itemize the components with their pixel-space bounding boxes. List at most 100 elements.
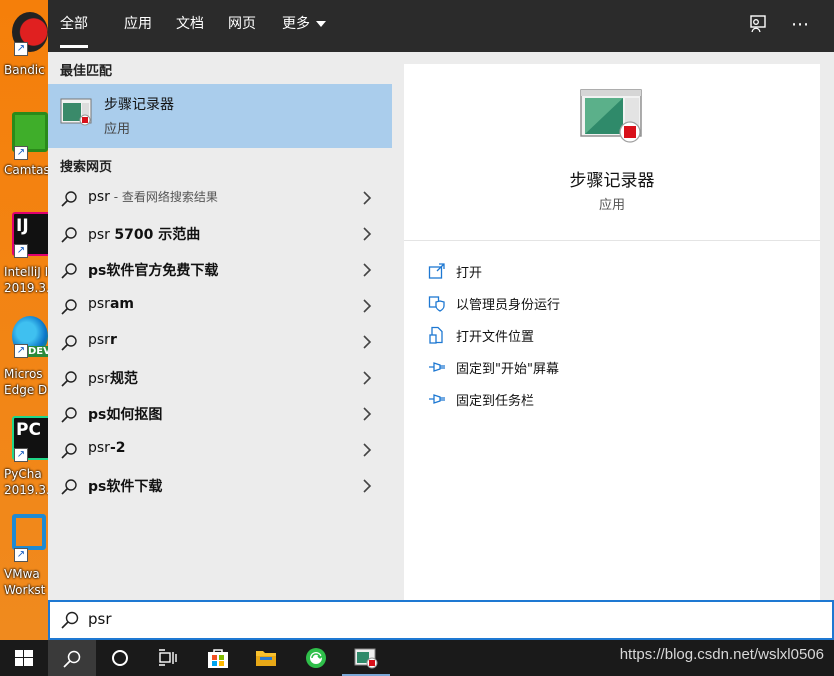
suggestion-completion: -2 [109,440,126,456]
shortcut-arrow-icon: ↗ [14,448,28,462]
search-suggestion-row[interactable]: psram [48,288,392,324]
chevron-right-icon[interactable] [360,370,374,386]
action-label: 打开文件位置 [456,330,535,345]
tab-documents[interactable]: 文档 [176,0,204,52]
search-suggestion-row[interactable]: psr规范 [48,360,392,396]
taskbar-search-button[interactable] [48,640,96,676]
search-suggestion-row[interactable]: ps软件官方免费下载 [48,252,392,288]
search-icon [61,443,77,459]
taskbar-steps-recorder[interactable] [342,640,390,676]
preview-kind: 应用 [598,198,625,213]
search-icon [61,407,77,423]
suggestion-text: psram [88,296,134,312]
suggestion-text: psr-2 [88,440,126,456]
folder-icon [256,651,276,666]
action-label: 固定到任务栏 [456,394,535,409]
chevron-right-icon[interactable] [360,334,374,350]
steps-recorder-icon [60,98,92,126]
search-icon [61,263,77,279]
action-open[interactable]: 打开 [428,260,788,284]
desktop-icon-label: IntelliJ I [4,265,48,279]
dev-badge: DEV [26,346,48,357]
taskbar-file-explorer[interactable] [242,640,290,676]
steps-recorder-large-icon [580,89,642,143]
action-label: 固定到"开始"屏幕 [456,362,559,377]
suggestion-completion: am [109,296,134,312]
divider [404,240,820,241]
results-list: 最佳匹配 步骤记录器 应用 搜索网页 psr - 查看网络搜索结果 psr 570… [48,52,392,600]
tab-all[interactable]: 全部 [60,0,88,52]
chevron-right-icon[interactable] [360,442,374,458]
shortcut-arrow-icon: ↗ [14,344,28,358]
start-button[interactable] [0,640,48,676]
search-box[interactable] [48,600,834,640]
chevron-right-icon[interactable] [360,226,374,242]
search-suggestion-row[interactable]: ps软件下载 [48,468,392,504]
suggestion-subtext: - 查看网络搜索结果 [109,190,218,204]
desktop-icon-label-2: 2019.3.3 [4,483,48,497]
shield-icon [428,296,445,312]
tab-web[interactable]: 网页 [228,0,256,52]
search-suggestion-row[interactable]: psr-2 [48,432,392,468]
taskbar-browser[interactable] [292,640,340,676]
search-icon [61,299,77,315]
suggestion-prefix: psr [88,371,110,387]
best-match-type: 应用 [104,122,131,137]
suggestion-text: psr 5700 示范曲 [88,224,200,244]
suggestion-completion: 规范 [109,371,138,387]
feedback-icon[interactable] [746,14,770,38]
suggestion-completion: ps软件下载 [88,479,163,495]
browser-icon [306,648,326,668]
suggestion-completion: ps如何抠图 [88,407,163,423]
action-run-as-admin[interactable]: 以管理员身份运行 [428,292,788,316]
action-pin-to-start[interactable]: 固定到"开始"屏幕 [428,356,788,380]
suggestion-text: ps软件官方免费下载 [88,260,218,280]
suggestion-prefix: psr [88,296,110,312]
filter-bar: 全部 应用 文档 网页 更多 ⋯ [48,0,834,52]
preview-title: 步骤记录器 [569,171,655,191]
search-suggestion-row[interactable]: psr 5700 示范曲 [48,216,392,252]
more-options-icon[interactable]: ⋯ [788,14,812,38]
tab-more[interactable]: 更多 [282,0,326,52]
suggestion-prefix: psr [88,227,115,243]
cortana-icon [112,650,128,666]
desktop-icon-label: PyCha [4,467,42,481]
chevron-right-icon[interactable] [360,262,374,278]
pin-icon [429,394,445,404]
chevron-right-icon[interactable] [360,478,374,494]
store-icon [208,649,228,668]
search-suggestion-row[interactable]: ps如何抠图 [48,396,392,432]
search-input[interactable] [88,607,788,631]
best-match-item[interactable]: 步骤记录器 应用 [48,84,392,148]
shortcut-arrow-icon: ↗ [14,146,28,160]
steps-recorder-icon [354,648,378,669]
desktop-icon-label: VMwa [4,567,40,581]
chevron-right-icon[interactable] [360,298,374,314]
search-suggestion-row[interactable]: psr - 查看网络搜索结果 [48,180,392,216]
desktop-icon-label-2: Workst [4,583,46,597]
suggestion-text: ps软件下载 [88,476,162,496]
cortana-button[interactable] [96,640,144,676]
file-location-icon [429,326,443,344]
task-view-button[interactable] [144,640,192,676]
chevron-right-icon[interactable] [360,190,374,206]
taskbar: https://blog.csdn.net/wslxl0506 [0,640,834,676]
pin-icon [429,362,445,372]
preview-pane: 步骤记录器 应用 打开 以管理员身份运行 打开文件位置 固定到"开始"屏幕 固定… [404,64,820,600]
search-icon [61,335,77,351]
watermark-text: https://blog.csdn.net/wslxl0506 [619,646,824,663]
tab-apps[interactable]: 应用 [124,0,152,52]
suggestion-completion: ps软件官方免费下载 [88,263,219,279]
search-suggestion-row[interactable]: psrr [48,324,392,360]
task-view-icon [159,649,177,666]
chevron-right-icon[interactable] [360,406,374,422]
suggestion-text: psr - 查看网络搜索结果 [88,188,218,205]
action-pin-to-taskbar[interactable]: 固定到任务栏 [428,388,788,412]
suggestion-text: psr规范 [88,368,138,388]
search-panel: 全部 应用 文档 网页 更多 ⋯ 最佳匹配 步骤记录器 应用 搜索网页 psr … [48,0,834,640]
suggestion-text: ps如何抠图 [88,404,162,424]
taskbar-store[interactable] [194,640,242,676]
suggestion-completion: r [109,332,117,348]
desktop-icon-label-2: 2019.3.3 [4,281,48,295]
action-open-file-location[interactable]: 打开文件位置 [428,324,788,348]
